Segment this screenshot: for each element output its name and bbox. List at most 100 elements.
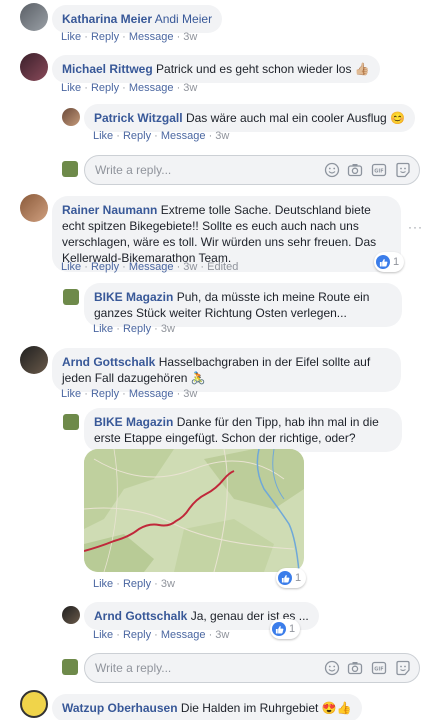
reply-input[interactable] (95, 156, 295, 184)
camera-icon[interactable] (347, 660, 363, 676)
comment-text: Patrick und es geht schon wieder los (156, 62, 352, 76)
emoji: 😍👍 (321, 701, 352, 715)
like-link[interactable]: Like (61, 261, 81, 273)
timestamp[interactable]: 3w (161, 578, 175, 590)
reply-link[interactable]: Reply (91, 31, 119, 43)
reply-link[interactable]: Reply (123, 323, 151, 335)
comment-actions: Like · Reply · 3w (93, 323, 175, 335)
avatar[interactable] (62, 108, 80, 126)
author-name[interactable]: BIKE Magazin (94, 415, 173, 429)
avatar[interactable] (20, 53, 48, 81)
gif-icon[interactable]: GIF (371, 660, 387, 676)
message-link[interactable]: Message (129, 261, 174, 273)
reply-link[interactable]: Reply (91, 82, 119, 94)
more-options-icon[interactable]: ··· (408, 220, 423, 234)
like-link[interactable]: Like (93, 323, 113, 335)
message-link[interactable]: Message (129, 31, 174, 43)
reply-bubble: BIKE Magazin Danke für den Tipp, hab ihn… (84, 408, 402, 452)
like-count-badge[interactable]: 1 (276, 568, 307, 588)
sticker-icon[interactable] (395, 660, 411, 676)
sticker-icon[interactable] (395, 162, 411, 178)
message-link[interactable]: Message (161, 130, 206, 142)
page-avatar (62, 659, 78, 675)
camera-icon[interactable] (347, 162, 363, 178)
comment-bubble: Katharina Meier Andi Meier (52, 5, 223, 33)
avatar[interactable] (62, 606, 80, 624)
reply-input[interactable] (95, 654, 295, 682)
reply-link[interactable]: Reply (123, 629, 151, 641)
comment-actions: Like · Reply · Message · 3w (61, 388, 198, 400)
comment-text: Die Halden im Ruhrgebiet (180, 701, 319, 715)
mention-link[interactable]: Andi Meier (155, 12, 212, 26)
comment-actions: Like · Reply · 3w (93, 578, 175, 590)
timestamp[interactable]: 3w (183, 82, 197, 94)
like-link[interactable]: Like (61, 31, 81, 43)
reply-link[interactable]: Reply (91, 388, 119, 400)
comment-bubble: Watzup Oberhausen Die Halden im Ruhrgebi… (52, 694, 362, 720)
author-name[interactable]: Arnd Gottschalk (94, 609, 187, 623)
author-name[interactable]: BIKE Magazin (94, 290, 173, 304)
timestamp[interactable]: 3w (183, 388, 197, 400)
comment-actions: Like · Reply · Message · 3w (61, 82, 198, 94)
like-link[interactable]: Like (61, 82, 81, 94)
page-avatar[interactable] (63, 414, 79, 430)
avatar[interactable] (20, 690, 48, 718)
author-name[interactable]: Arnd Gottschalk (62, 355, 155, 369)
author-name[interactable]: Michael Rittweg (62, 62, 153, 76)
comment-actions: Like · Reply · Message · 3w (93, 629, 230, 641)
comment-bubble: Michael Rittweg Patrick und es geht scho… (52, 55, 380, 83)
emoji: 😊 (390, 111, 406, 125)
emoji: 👍🏼 (354, 62, 370, 76)
reply-link[interactable]: Reply (123, 130, 151, 142)
message-link[interactable]: Message (129, 82, 174, 94)
author-name[interactable]: Watzup Oberhausen (62, 701, 178, 715)
comment-actions: Like · Reply · Message · 3w (61, 31, 198, 43)
like-count-badge[interactable]: 1 (374, 252, 405, 272)
avatar[interactable] (20, 3, 48, 31)
like-count-badge[interactable]: 1 (270, 619, 301, 639)
author-name[interactable]: Katharina Meier (62, 12, 152, 26)
reply-box: GIF (84, 653, 420, 683)
map-image-graphic (84, 449, 304, 572)
thumbs-up-icon (376, 255, 390, 269)
thumbs-up-icon (272, 622, 286, 636)
gif-icon[interactable]: GIF (371, 162, 387, 178)
like-link[interactable]: Like (93, 130, 113, 142)
thumbs-up-icon (278, 571, 292, 585)
message-link[interactable]: Message (129, 388, 174, 400)
smiley-icon[interactable] (324, 660, 340, 676)
avatar[interactable] (20, 194, 48, 222)
svg-text:GIF: GIF (374, 169, 383, 175)
like-count: 1 (289, 623, 296, 635)
smiley-icon[interactable] (324, 162, 340, 178)
timestamp[interactable]: 3w (183, 31, 197, 43)
timestamp[interactable]: 3w (215, 130, 229, 142)
timestamp[interactable]: 3w (215, 629, 229, 641)
comment-actions: Like · Reply · Message · 3w (93, 130, 230, 142)
reply-link[interactable]: Reply (123, 578, 151, 590)
message-link[interactable]: Message (161, 629, 206, 641)
like-count: 1 (393, 256, 400, 268)
page-avatar[interactable] (63, 289, 79, 305)
author-name[interactable]: Rainer Naumann (62, 203, 157, 217)
emoji: 🚴 (190, 371, 206, 385)
map-image[interactable] (84, 449, 304, 572)
comment-text: Das wäre auch mal ein cooler Ausflug (185, 111, 387, 125)
comment-bubble: Arnd Gottschalk Hasselbachgraben in der … (52, 348, 401, 392)
timestamp[interactable]: 3w (183, 261, 197, 273)
like-link[interactable]: Like (93, 578, 113, 590)
svg-text:GIF: GIF (374, 667, 383, 673)
like-link[interactable]: Like (61, 388, 81, 400)
like-count: 1 (295, 572, 302, 584)
edited-label[interactable]: Edited (207, 261, 238, 273)
page-avatar (62, 161, 78, 177)
author-name[interactable]: Patrick Witzgall (94, 111, 183, 125)
reply-link[interactable]: Reply (91, 261, 119, 273)
reply-bubble: Patrick Witzgall Das wäre auch mal ein c… (84, 104, 416, 132)
comment-actions: Like · Reply · Message · 3w · Edited (61, 261, 239, 273)
avatar[interactable] (20, 346, 48, 374)
timestamp[interactable]: 3w (161, 323, 175, 335)
like-link[interactable]: Like (93, 629, 113, 641)
reply-box: GIF (84, 155, 420, 185)
reply-bubble: BIKE Magazin Puh, da müsste ich meine Ro… (84, 283, 402, 327)
